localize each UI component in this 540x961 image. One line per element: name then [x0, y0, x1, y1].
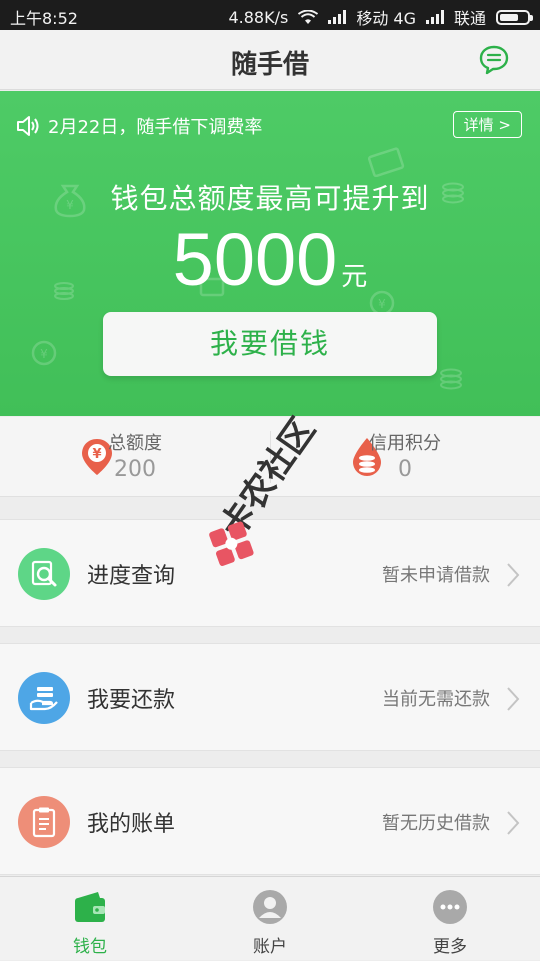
tab-more[interactable]: 更多 — [360, 877, 540, 961]
status-carrier: 联通 — [453, 9, 486, 28]
status-network: 移动 4G — [356, 9, 416, 28]
speaker-icon — [17, 116, 39, 136]
battery-icon — [496, 9, 533, 25]
status-bar: 上午8:52 4.88K/s 移动 4G 联通 — [0, 0, 540, 30]
status-speed: 4.88K/s — [228, 7, 289, 27]
wifi-icon — [298, 9, 319, 24]
signal-icon-2 — [425, 10, 444, 24]
amount-number: 5000 — [172, 218, 338, 301]
chevron-right-icon — [507, 811, 520, 835]
chat-bubble-icon[interactable] — [478, 44, 510, 76]
menu-status: 暂无历史借款 — [382, 813, 490, 834]
notice-bar[interactable]: 2月22日，随手借下调费率 — [16, 113, 262, 139]
coin-stack-icon-3 — [440, 368, 462, 390]
coin-icon: ¥ — [31, 340, 57, 366]
signal-icon — [328, 10, 347, 24]
menu-label: 进度查询 — [87, 564, 176, 589]
amount-unit: 元 — [341, 262, 368, 292]
wallet-icon — [75, 892, 105, 922]
menu-row-repay[interactable]: 我要还款 当前无需还款 — [0, 643, 540, 751]
chevron-right-icon — [507, 687, 520, 711]
page-title: 随手借 — [230, 50, 309, 80]
bottom-tab-bar: 钱包 账户 更多 — [0, 876, 540, 960]
notice-text: 2月22日，随手借下调费率 — [48, 117, 263, 138]
menu-row-bills[interactable]: 我的账单 暂无历史借款 — [0, 767, 540, 875]
hand-money-icon — [18, 672, 70, 724]
tab-wallet[interactable]: 钱包 — [0, 877, 180, 961]
promo-banner: ¥ ¥ ¥ 2月22日，随手借下调费率 详情 > 钱包总额度最高可提升到 500… — [0, 91, 540, 416]
title-bar: 随手借 — [0, 30, 540, 90]
limit-amount: 5000 元 — [0, 217, 540, 302]
tab-label: 账户 — [253, 937, 287, 957]
status-right: 4.88K/s 移动 4G 联通 — [228, 5, 533, 29]
borrow-button[interactable]: 我要借钱 — [103, 312, 437, 376]
envelope-icon — [368, 147, 405, 177]
chevron-right-icon — [507, 563, 520, 587]
menu-status: 暂未申请借款 — [382, 565, 490, 586]
menu-status: 当前无需还款 — [382, 689, 490, 710]
detail-button[interactable]: 详情 > — [452, 111, 522, 138]
tab-account[interactable]: 账户 — [180, 877, 360, 961]
banner-headline: 钱包总额度最高可提升到 — [110, 182, 430, 215]
search-document-icon — [18, 548, 70, 600]
clipboard-icon — [18, 796, 70, 848]
menu-label: 我的账单 — [87, 812, 176, 837]
status-time: 上午8:52 — [10, 9, 78, 28]
watermark-logo: 卡农社区 — [209, 411, 324, 566]
watermark-text: 卡农社区 — [213, 411, 324, 545]
more-icon — [433, 890, 467, 924]
tab-label: 更多 — [433, 937, 467, 957]
svg-text:¥: ¥ — [40, 347, 48, 361]
user-icon — [253, 890, 287, 924]
menu-label: 我要还款 — [87, 688, 176, 713]
tab-label: 钱包 — [73, 937, 107, 957]
